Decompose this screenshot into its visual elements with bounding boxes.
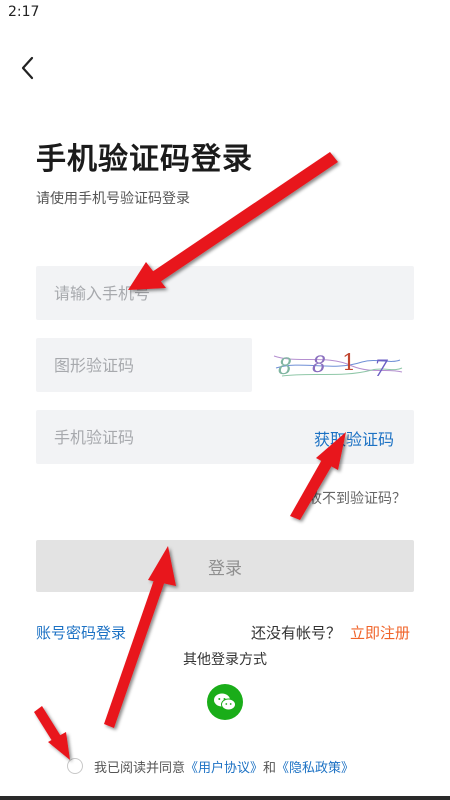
back-button[interactable] xyxy=(12,52,44,84)
chevron-left-icon xyxy=(21,56,34,80)
captcha-char-3: 1 xyxy=(342,351,356,376)
agreement-and: 和 xyxy=(263,760,277,776)
no-account-text: 还没有帐号？ xyxy=(251,624,342,642)
privacy-policy-link[interactable]: 《隐私政策》 xyxy=(276,757,354,776)
captcha-char-1: 8 xyxy=(278,355,292,380)
no-code-link[interactable]: 收不到验证码？ xyxy=(308,488,406,508)
wechat-login-button[interactable] xyxy=(207,684,243,720)
phone-input[interactable] xyxy=(36,266,414,320)
other-login-label: 其他登录方式 xyxy=(183,652,267,668)
annotation-arrow-checkbox xyxy=(34,706,70,760)
agreement-checkbox[interactable] xyxy=(67,758,83,774)
agreement-prefix: 我已阅读并同意 xyxy=(94,760,186,776)
page-subtitle: 请使用手机号验证码登录 xyxy=(36,191,190,207)
get-code-button[interactable]: 获取验证码 xyxy=(314,426,394,450)
captcha-image[interactable]: 8 8 1 7 xyxy=(272,342,404,388)
password-login-link[interactable]: 账号密码登录 xyxy=(36,622,126,643)
agreement-row: 我已阅读并同意 《用户协议》 和 《隐私政策》 xyxy=(67,757,354,776)
bottom-edge xyxy=(0,796,450,800)
status-time: 2:17 xyxy=(8,4,40,20)
captcha-graphic: 8 8 1 7 xyxy=(273,351,403,382)
page-title: 手机验证码登录 xyxy=(36,142,253,177)
captcha-field xyxy=(36,338,252,392)
sms-code-field: 获取验证码 xyxy=(36,410,414,464)
captcha-char-2: 8 xyxy=(312,353,326,378)
wechat-icon xyxy=(214,693,236,711)
captcha-input[interactable] xyxy=(36,338,252,392)
annotation-arrows xyxy=(34,152,346,760)
phone-field xyxy=(36,266,414,320)
register-link[interactable]: 立即注册 xyxy=(350,622,410,643)
captcha-char-4: 7 xyxy=(374,357,388,382)
login-button[interactable]: 登录 xyxy=(36,540,414,592)
status-bar: 2:17 xyxy=(0,0,450,26)
user-agreement-link[interactable]: 《用户协议》 xyxy=(185,757,263,776)
